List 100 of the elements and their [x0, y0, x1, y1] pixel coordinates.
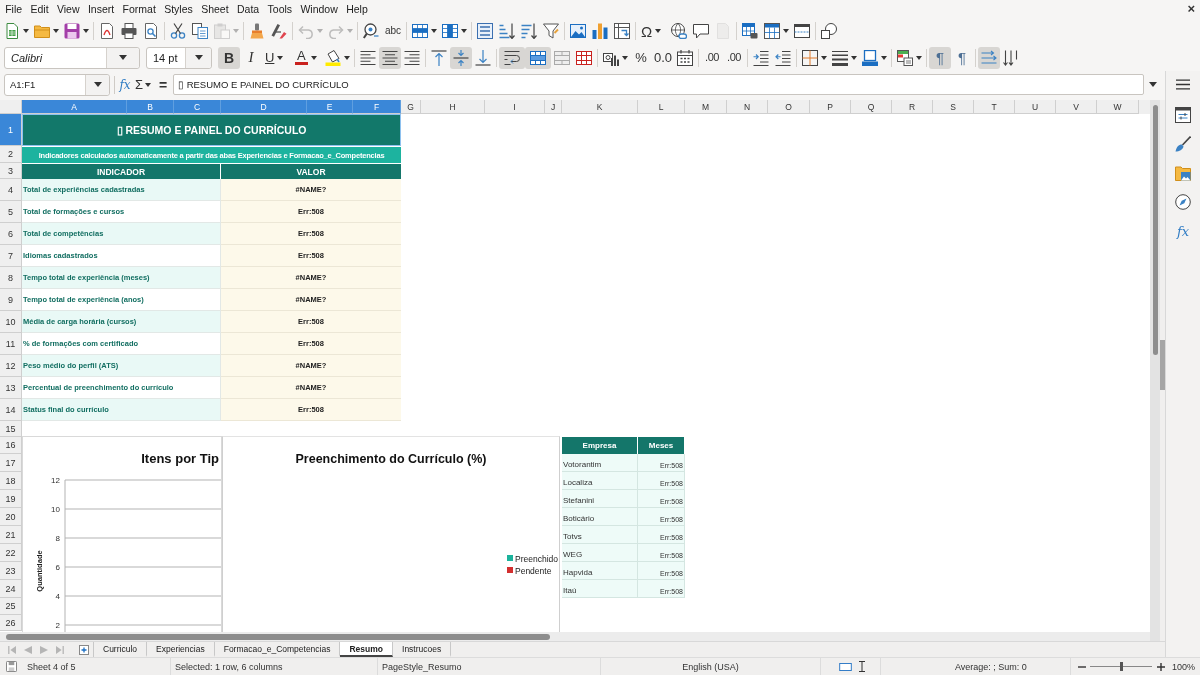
sum-button[interactable]: Σ	[133, 73, 153, 96]
column-header[interactable]: S	[933, 100, 974, 114]
formula-button[interactable]: =	[155, 73, 171, 96]
menu-item[interactable]: Window	[296, 1, 342, 17]
row-header[interactable]: 23	[0, 562, 22, 580]
row-header[interactable]: 10	[0, 311, 22, 333]
scrollbar-thumb[interactable]	[1152, 105, 1158, 355]
dropdown-button[interactable]	[185, 47, 211, 68]
spelling-button[interactable]: abc	[382, 20, 404, 42]
right-to-left-button[interactable]: ¶	[951, 46, 973, 69]
bold-button[interactable]: B	[218, 46, 240, 69]
dropdown-button[interactable]	[106, 47, 139, 68]
functions-button[interactable]: fx	[1171, 219, 1195, 243]
column-header[interactable]: G	[401, 100, 421, 114]
dropdown-button[interactable]	[85, 74, 109, 95]
menu-item[interactable]: Help	[342, 1, 372, 17]
column-header[interactable]: O	[768, 100, 810, 114]
function-wizard-button[interactable]: fx	[117, 73, 133, 96]
freeze-rows-button[interactable]	[761, 20, 791, 42]
column-header[interactable]: E	[307, 100, 353, 114]
row-header[interactable]: 5	[0, 201, 22, 223]
column-header[interactable]: B	[127, 100, 174, 114]
column-header[interactable]: W	[1097, 100, 1139, 114]
font-size-field[interactable]: 14 pt	[146, 46, 212, 69]
autofilter-button[interactable]	[540, 20, 562, 42]
column-header[interactable]: C	[174, 100, 221, 114]
row-header[interactable]: 1	[0, 114, 22, 146]
print-area-button[interactable]	[739, 20, 761, 42]
copy-button[interactable]	[189, 20, 211, 42]
row-header[interactable]: 17	[0, 454, 22, 472]
row-header[interactable]: 19	[0, 490, 22, 508]
column-header[interactable]: Q	[851, 100, 892, 114]
column-header[interactable]: L	[638, 100, 685, 114]
row-header[interactable]: 9	[0, 289, 22, 311]
column-header[interactable]: P	[810, 100, 851, 114]
column-header[interactable]: K	[562, 100, 638, 114]
row-header[interactable]: 15	[0, 421, 22, 437]
row-header[interactable]: 14	[0, 399, 22, 421]
column-header[interactable]: N	[727, 100, 768, 114]
menu-item[interactable]: View	[52, 1, 84, 17]
scrollbar-thumb[interactable]	[6, 633, 550, 640]
row-header[interactable]: 2	[0, 146, 22, 163]
row-header[interactable]: 13	[0, 377, 22, 399]
italic-button[interactable]: I	[240, 46, 262, 69]
sheet-tab[interactable]: Resumo	[340, 642, 393, 657]
column-header[interactable]: T	[974, 100, 1015, 114]
align-center-button[interactable]	[379, 46, 401, 69]
column-header[interactable]: J	[545, 100, 562, 114]
column-header[interactable]: I	[485, 100, 545, 114]
draw-functions-button[interactable]	[818, 20, 840, 42]
font-name-field[interactable]: Calibri	[4, 46, 140, 69]
row-header[interactable]: 16	[0, 437, 22, 454]
vertical-scrollbar[interactable]	[1150, 100, 1160, 641]
menu-item[interactable]: Data	[232, 1, 264, 17]
menu-item[interactable]: Edit	[26, 1, 53, 17]
hyperlink-button[interactable]	[668, 20, 690, 42]
special-character-button[interactable]: Ω	[638, 20, 668, 42]
formula-input-field[interactable]: ▯ RESUMO E PAINEL DO CURRÍCULO	[173, 74, 1144, 95]
font-color-button[interactable]: A	[292, 46, 322, 69]
menu-item[interactable]: Format	[118, 1, 160, 17]
horizontal-scrollbar[interactable]	[0, 632, 1150, 641]
underline-button[interactable]: U	[262, 46, 292, 69]
percent-format-button[interactable]: %	[630, 46, 652, 69]
left-to-right-button[interactable]: ¶	[929, 46, 951, 69]
column-header[interactable]: R	[892, 100, 933, 114]
row-header[interactable]: 25	[0, 598, 22, 615]
row-header[interactable]: 24	[0, 580, 22, 598]
delete-decimal-button[interactable]: .00	[723, 46, 745, 69]
row-header[interactable]: 11	[0, 333, 22, 355]
sort-button[interactable]	[474, 20, 496, 42]
row-header[interactable]: 3	[0, 163, 22, 179]
column-header[interactable]: F	[353, 100, 401, 114]
merge-center-button[interactable]	[525, 46, 551, 69]
column-header[interactable]: U	[1015, 100, 1056, 114]
add-decimal-button[interactable]: .00	[701, 46, 723, 69]
menu-item[interactable]: File	[1, 1, 27, 17]
row-header[interactable]: 21	[0, 526, 22, 544]
column-header[interactable]: M	[685, 100, 727, 114]
wrap-text-button[interactable]	[499, 46, 525, 69]
number-format-button[interactable]: 0.0	[652, 46, 674, 69]
menu-item[interactable]: Tools	[263, 1, 297, 17]
row-header[interactable]: 4	[0, 179, 22, 201]
row-header[interactable]: 26	[0, 615, 22, 631]
row-header[interactable]: 6	[0, 223, 22, 245]
sidebar-collapse-handle[interactable]	[1160, 340, 1165, 390]
column-header[interactable]: D	[221, 100, 307, 114]
column-header[interactable]: H	[421, 100, 485, 114]
zoom-in-button[interactable]	[1155, 660, 1166, 673]
row-header[interactable]: 7	[0, 245, 22, 267]
menu-item[interactable]: Insert	[83, 1, 119, 17]
menu-item[interactable]: Sheet	[196, 1, 233, 17]
pivot-table-button[interactable]	[611, 20, 633, 42]
row-header[interactable]: 20	[0, 508, 22, 526]
name-box-field[interactable]: A1:F1	[4, 73, 110, 96]
row-header[interactable]: 12	[0, 355, 22, 377]
column-header[interactable]: A	[22, 100, 127, 114]
close-button[interactable]: ×	[1185, 2, 1197, 16]
column-header[interactable]: V	[1056, 100, 1097, 114]
zoom-slider-thumb[interactable]	[1119, 662, 1123, 671]
add-sheet-button[interactable]	[76, 642, 92, 657]
